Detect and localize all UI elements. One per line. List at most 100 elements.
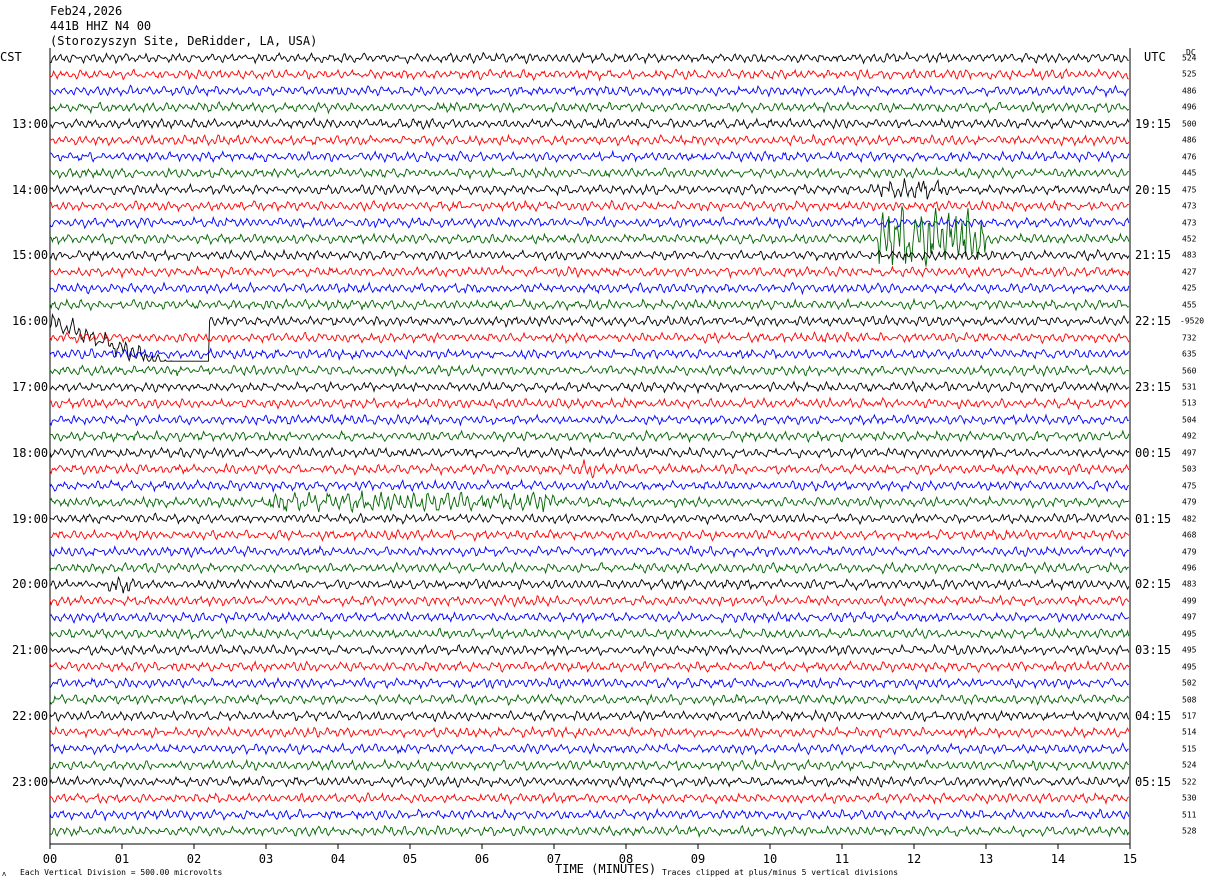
trace-10 [49,199,1129,213]
trace-22 [49,396,1130,410]
x-tick-label: 10 [762,852,778,866]
trace-25 [49,446,1130,460]
trace-41 [49,709,1130,723]
clip-note: Traces clipped at plus/minus 5 vertical … [662,868,899,877]
trace-32 [49,561,1129,575]
dc-offset-value: 502 [1182,678,1197,688]
right-tick-label: 03:15 [1135,643,1172,658]
x-tick-label: 04 [330,852,346,866]
left-tick-label: 20:00 [12,577,49,592]
dc-offset-value: 445 [1182,168,1197,178]
trace-30 [49,528,1130,542]
right-tick-label: 01:15 [1135,511,1172,526]
dc-offset-value: 511 [1182,810,1197,820]
dc-offset-value: 455 [1182,300,1197,310]
x-tick-label: 11 [834,852,850,866]
seismogram-plot [49,48,1131,849]
dc-offset-value: 495 [1182,629,1197,639]
dc-offset-value: 530 [1182,793,1197,803]
x-tick-label: 02 [186,852,202,866]
scale-note: Each Vertical Division = 500.00 microvol… [20,868,223,877]
trace-28 [49,490,1130,514]
header-site: (Storozyszyn Site, DeRidder, LA, USA) [50,34,318,48]
x-tick-label: 00 [42,852,58,866]
dc-offset-value: 473 [1182,218,1197,227]
trace-13 [49,248,1130,262]
trace-36 [49,626,1130,641]
dc-offset-value: 499 [1182,596,1197,606]
trace-47 [49,807,1130,822]
x-tick-label: 05 [402,852,418,866]
right-tick-label: 19:15 [1135,116,1172,131]
trace-34 [49,593,1130,608]
trace-14 [49,264,1130,279]
trace-33 [49,575,1130,594]
x-tick-label: 06 [474,852,490,866]
dc-offset-value: 468 [1182,530,1197,540]
dc-offset-value: 513 [1182,398,1197,408]
corner-mark: ʌ [2,870,7,878]
trace-2 [49,67,1130,82]
trace-37 [49,643,1130,658]
trace-26 [49,459,1130,479]
dc-offset-value: 479 [1182,497,1197,507]
right-timezone-label: UTC [1144,50,1166,64]
dc-offset-value: 479 [1182,547,1197,556]
dc-offset-value: 504 [1182,415,1197,425]
right-tick-label: 02:15 [1135,577,1172,592]
dc-offset-value: 425 [1182,283,1197,293]
trace-8 [49,166,1129,180]
trace-20 [49,363,1130,378]
dc-offset-value: 452 [1182,234,1197,244]
dc-offset-value: 496 [1182,563,1197,573]
left-tick-label: 23:00 [12,774,49,789]
dc-offset-value: 486 [1182,86,1197,96]
trace-48 [49,824,1130,839]
dc-offset-value: 496 [1182,102,1197,112]
trace-39 [49,676,1130,691]
right-tick-label: 00:15 [1135,445,1172,460]
trace-21 [49,380,1130,395]
left-timezone-label: CST [0,50,22,64]
dc-offset-value: 482 [1182,514,1197,524]
dc-offset-value: 500 [1182,119,1197,129]
x-tick-label: 12 [906,852,922,866]
trace-27 [49,478,1130,493]
dc-offset-value: 483 [1182,250,1197,260]
dc-offset-value: 515 [1182,744,1197,754]
dc-offset-value: 524 [1182,760,1197,770]
right-tick-label: 22:15 [1135,314,1172,329]
trace-44 [49,758,1130,772]
trace-31 [49,545,1130,559]
trace-1 [49,51,1129,65]
x-tick-label: 09 [690,852,706,866]
right-tick-label: 21:15 [1135,248,1172,263]
trace-15 [49,281,1130,296]
x-tick-label: 01 [114,852,130,866]
right-tick-label: 04:15 [1135,709,1172,723]
dc-offset-value: 531 [1182,382,1197,392]
dc-offset-value: 473 [1182,201,1197,211]
dc-offset-value: 475 [1182,185,1197,195]
trace-9 [49,178,1130,200]
left-tick-label: 13:00 [12,116,49,131]
right-tick-label: 05:15 [1135,774,1172,789]
dc-offset-value: -9520 [1180,316,1205,326]
left-tick-label: 16:00 [12,314,49,329]
trace-3 [49,84,1130,99]
dc-offset-value: 525 [1182,69,1197,79]
left-tick-label: 22:00 [12,709,49,723]
trace-24 [49,429,1130,444]
trace-35 [49,610,1130,625]
dc-offset-value: 492 [1182,431,1197,441]
trace-23 [49,413,1129,427]
trace-18 [49,330,1130,345]
dc-offset-value: 475 [1182,481,1197,491]
trace-29 [49,512,1130,526]
dc-offset-value: 486 [1182,135,1197,145]
x-tick-label: 03 [258,852,274,866]
trace-43 [49,741,1129,756]
dc-offset-value: 528 [1182,826,1197,836]
left-tick-label: 17:00 [12,380,49,394]
dc-offset-value: 497 [1182,448,1197,458]
